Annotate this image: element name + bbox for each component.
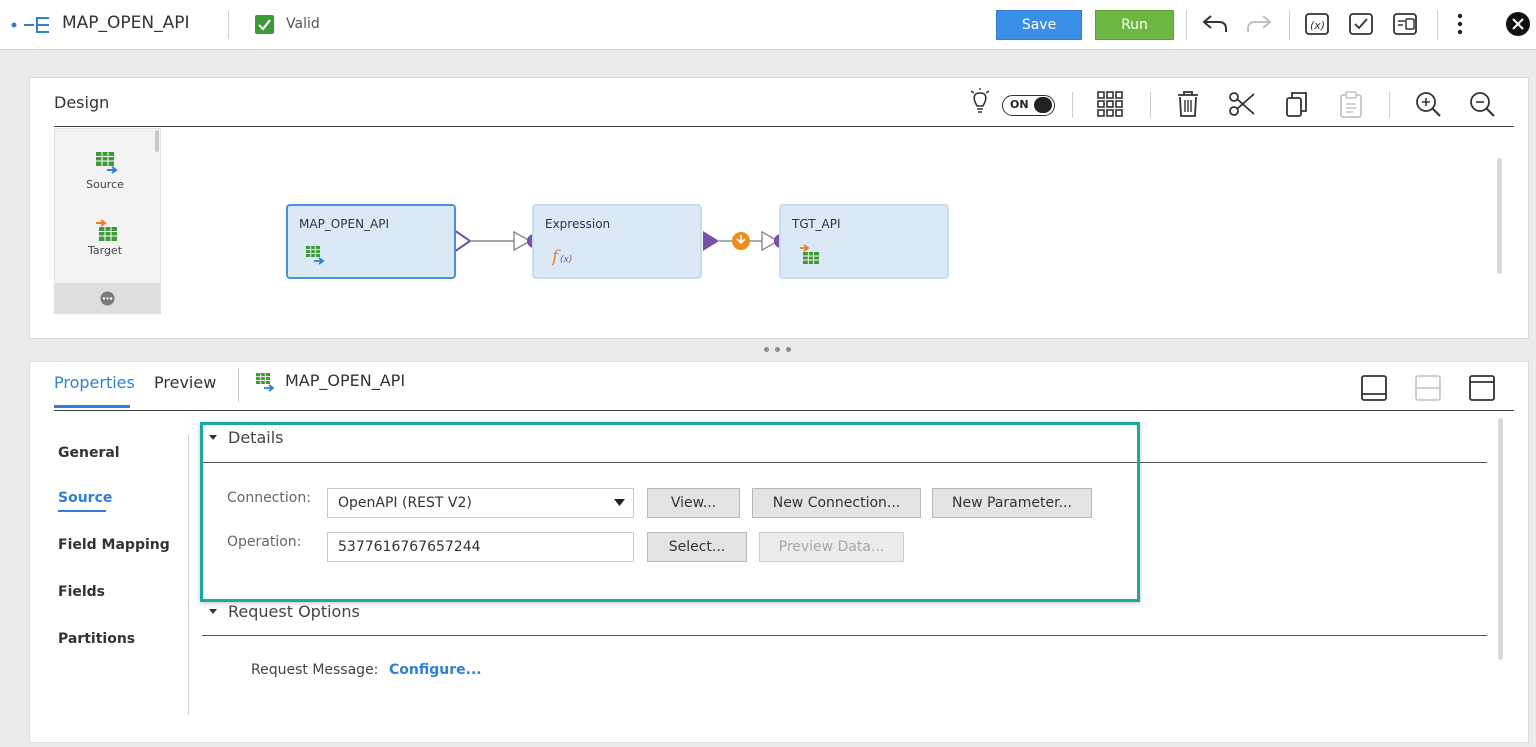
properties-divider: [54, 410, 1514, 411]
redo-icon[interactable]: [1245, 12, 1273, 36]
active-tab-indicator: [54, 405, 130, 408]
palette-scrollbar[interactable]: [155, 130, 159, 152]
grid-icon[interactable]: [1097, 91, 1123, 117]
sidebar-active-indicator: [58, 510, 106, 512]
design-divider: [54, 126, 1514, 127]
divider: [1150, 92, 1151, 118]
selected-object-name: MAP_OPEN_API: [285, 371, 406, 390]
toggle-label: ON: [1010, 98, 1029, 111]
sidebar-item-field-mapping[interactable]: Field Mapping: [58, 537, 170, 553]
validate-icon[interactable]: [1348, 11, 1374, 37]
valid-check-icon: [255, 15, 274, 34]
svg-text:(x): (x): [1310, 19, 1325, 32]
node-expression-label: Expression: [545, 217, 611, 231]
target-icon: [95, 219, 160, 243]
sidebar-item-source[interactable]: Source: [58, 490, 112, 506]
tab-preview[interactable]: Preview: [154, 373, 216, 392]
run-button[interactable]: Run: [1095, 10, 1174, 40]
valid-status: Valid: [286, 16, 320, 32]
palette-more[interactable]: [55, 283, 160, 314]
node-source[interactable]: MAP_OPEN_API: [286, 204, 456, 279]
lightbulb-icon[interactable]: [968, 88, 992, 116]
palette-item-target[interactable]: Target: [55, 219, 160, 257]
divider: [238, 368, 239, 402]
request-message-label: Request Message:: [251, 662, 379, 678]
top-bar: MAP_OPEN_API Valid Save Run (x): [0, 0, 1536, 50]
function-icon[interactable]: (x): [1304, 11, 1330, 37]
more-icon: [100, 291, 115, 306]
mapping-title: MAP_OPEN_API: [62, 13, 190, 33]
cut-icon[interactable]: [1228, 90, 1256, 118]
zoom-out-icon[interactable]: [1468, 90, 1496, 118]
palette-source-label: Source: [86, 178, 124, 191]
delete-icon[interactable]: [1176, 90, 1200, 118]
request-options-divider: [202, 635, 1487, 636]
divider: [1289, 10, 1290, 40]
design-scrollbar[interactable]: [1497, 158, 1502, 274]
splitter-dot: [786, 347, 791, 352]
layout-split-icon[interactable]: [1415, 375, 1441, 401]
paste-icon[interactable]: [1338, 90, 1364, 118]
sidebar-item-fields[interactable]: Fields: [58, 584, 105, 600]
source-icon: [305, 245, 325, 265]
undo-icon[interactable]: [1201, 12, 1229, 36]
transformation-palette: Source Target: [54, 128, 161, 314]
sidebar-item-general[interactable]: General: [58, 445, 120, 461]
source-icon: [255, 372, 275, 392]
configure-link[interactable]: Configure...: [389, 662, 482, 678]
request-options-collapse-icon[interactable]: [208, 606, 218, 616]
node-target-label: TGT_API: [792, 217, 841, 231]
tab-properties[interactable]: Properties: [54, 373, 135, 392]
source-icon: [95, 151, 160, 175]
parameter-icon[interactable]: [1392, 11, 1420, 37]
layout-top-icon[interactable]: [1469, 375, 1495, 401]
node-target[interactable]: TGT_API: [779, 204, 949, 279]
mapping-icon: [10, 15, 52, 35]
properties-scrollbar[interactable]: [1498, 418, 1503, 660]
node-expression[interactable]: Expression f (x): [532, 204, 702, 279]
layout-bottom-icon[interactable]: [1361, 375, 1387, 401]
toggle-knob: [1034, 97, 1052, 113]
splitter-dot: [775, 347, 780, 352]
sidebar-item-partitions[interactable]: Partitions: [58, 631, 135, 647]
auto-arrange-toggle[interactable]: ON: [1002, 95, 1055, 116]
splitter-dot: [764, 347, 769, 352]
palette-target-label: Target: [87, 244, 123, 257]
properties-panel: Properties Preview MAP_OPEN_API General …: [29, 361, 1529, 743]
panel-splitter[interactable]: [764, 347, 794, 353]
design-title: Design: [54, 93, 110, 112]
sidebar-divider: [188, 435, 189, 715]
palette-item-source[interactable]: Source: [55, 151, 160, 191]
close-icon[interactable]: [1505, 11, 1531, 37]
svg-text:(x): (x): [560, 255, 572, 265]
divider: [1072, 92, 1073, 118]
divider: [1389, 92, 1390, 118]
node-source-label: MAP_OPEN_API: [299, 217, 390, 231]
target-icon: [799, 244, 821, 266]
divider: [1437, 10, 1438, 40]
divider: [228, 11, 229, 39]
copy-icon[interactable]: [1284, 90, 1310, 118]
save-button[interactable]: Save: [996, 10, 1082, 40]
zoom-in-icon[interactable]: [1414, 90, 1442, 118]
design-panel: Design ON Source Target MAP_OPEN_API Exp…: [29, 77, 1529, 339]
details-highlight-box: [200, 422, 1140, 602]
request-options-title[interactable]: Request Options: [228, 602, 360, 621]
expression-icon: f (x): [552, 245, 578, 267]
more-options-icon[interactable]: [1452, 12, 1468, 36]
divider: [1186, 10, 1187, 40]
